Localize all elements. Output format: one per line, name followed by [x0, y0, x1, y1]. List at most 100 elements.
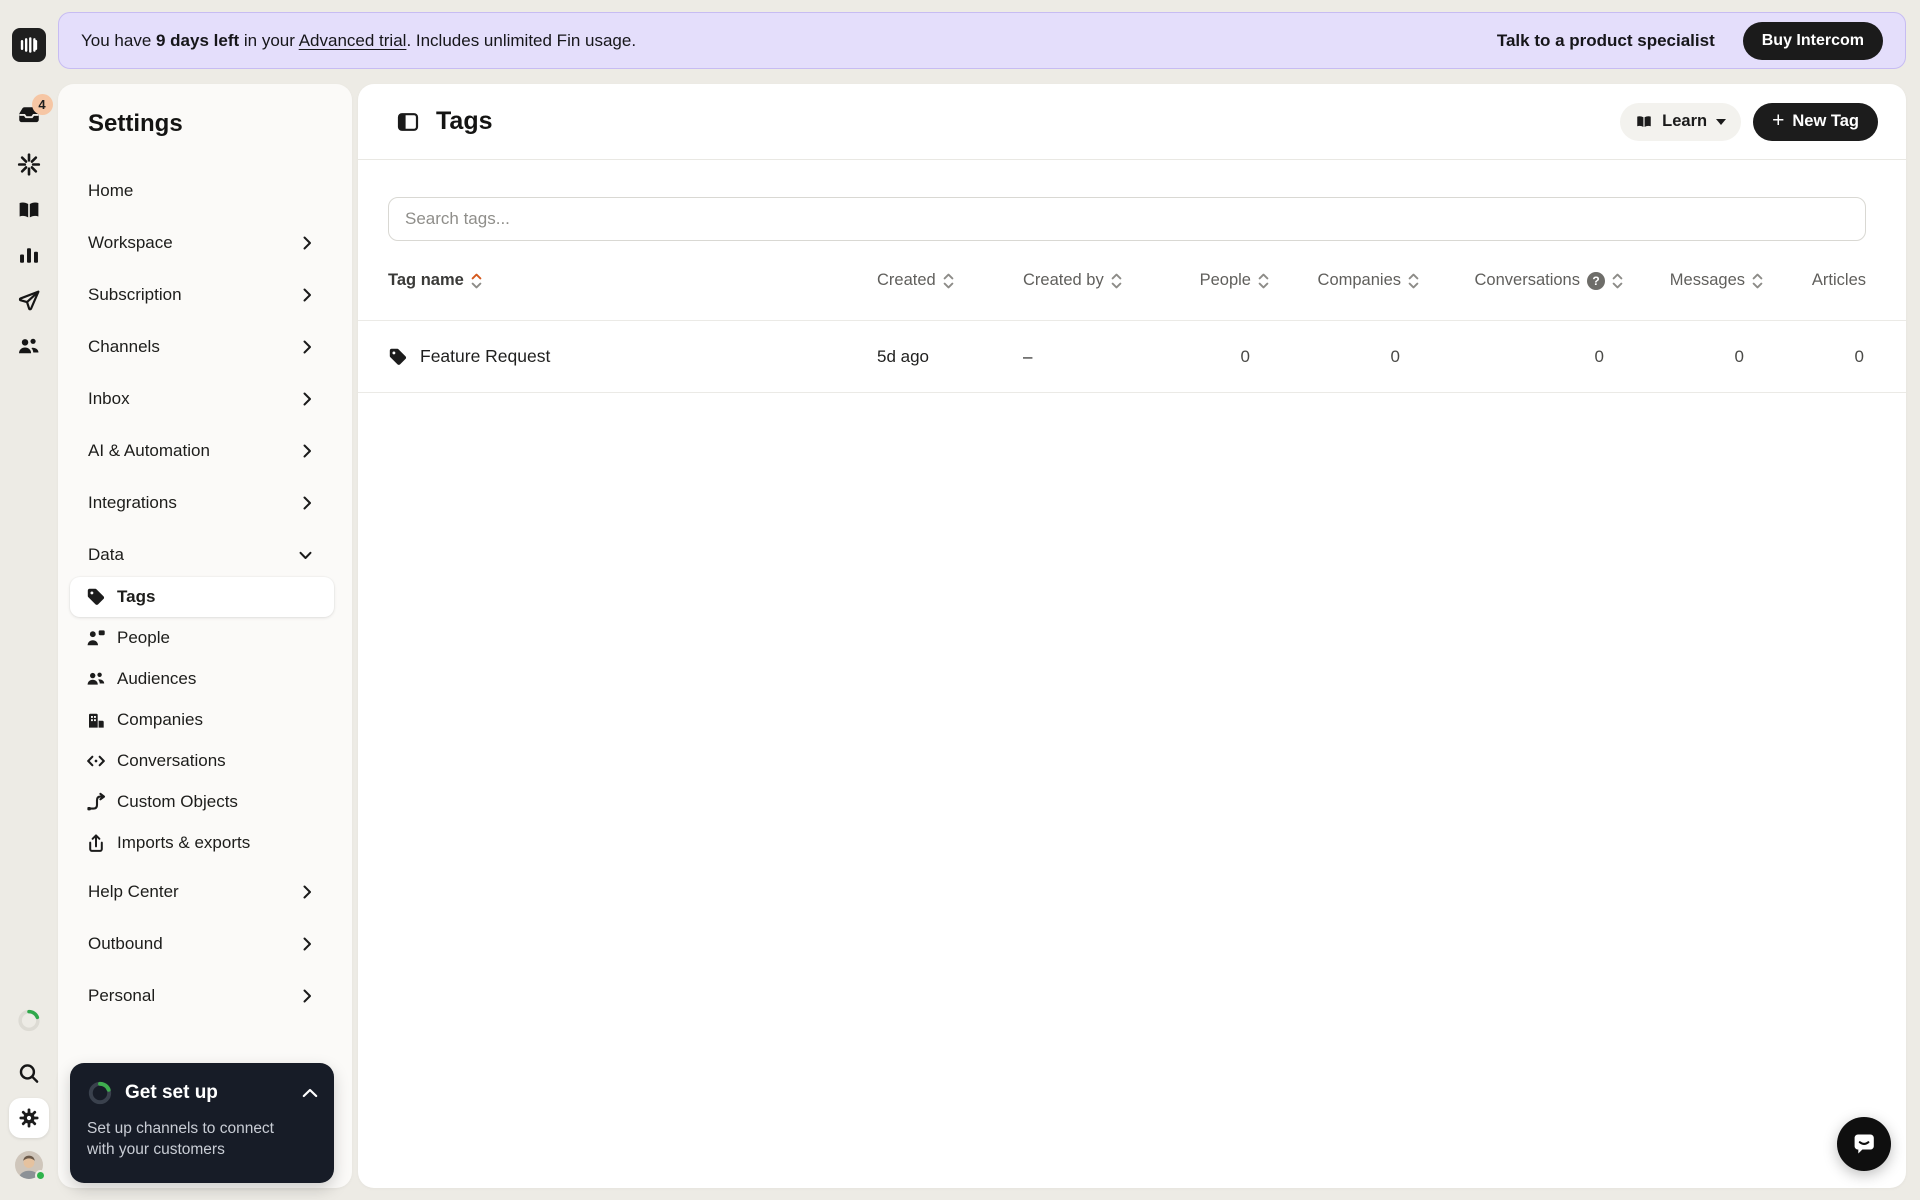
sidebar-item-personal[interactable]: Personal	[70, 976, 334, 1016]
sidebar-item-channels[interactable]: Channels	[70, 327, 334, 367]
reports-nav-button[interactable]	[16, 243, 41, 268]
account-avatar[interactable]	[14, 1151, 46, 1181]
chevron-right-icon	[303, 392, 311, 406]
get-set-up-title: Get set up	[125, 1082, 218, 1103]
bar-chart-icon	[19, 248, 38, 263]
cell-people: 0	[1240, 346, 1250, 366]
chevron-up-icon[interactable]	[302, 1088, 318, 1098]
cell-created: 5d ago	[877, 346, 929, 366]
settings-nav-button[interactable]	[8, 1098, 49, 1138]
tag-name: Feature Request	[420, 346, 551, 366]
learn-button[interactable]: Learn	[1620, 102, 1742, 141]
chevron-right-icon	[303, 885, 311, 899]
cell-messages: 0	[1734, 346, 1744, 366]
trial-text: You have 9 days left in your Advanced tr…	[81, 30, 637, 50]
chevron-down-icon	[299, 551, 312, 559]
table-header-row: Tag name Created Created by People Compa…	[358, 241, 1906, 321]
intercom-logo-icon	[20, 37, 37, 53]
sidebar-item-tags[interactable]: Tags	[70, 577, 334, 617]
sort-icon	[1752, 273, 1763, 288]
help-icon[interactable]: ?	[1587, 271, 1605, 290]
sidebar-item-ai-automation[interactable]: AI & Automation	[70, 431, 334, 471]
buy-intercom-button[interactable]: Buy Intercom	[1742, 21, 1883, 60]
chevron-right-icon	[303, 989, 311, 1003]
book-icon	[1637, 115, 1651, 127]
inbox-badge: 4	[31, 94, 53, 115]
chat-bubble-icon	[1854, 1134, 1874, 1154]
fin-ai-icon	[17, 153, 40, 176]
talk-to-specialist-link[interactable]: Talk to a product specialist	[1497, 31, 1715, 51]
paper-plane-icon	[18, 290, 39, 311]
sort-icon	[1258, 273, 1269, 288]
chevron-right-icon	[303, 937, 311, 951]
inbox-nav-button[interactable]: 4	[16, 94, 53, 129]
column-header-created[interactable]: Created	[877, 271, 1023, 290]
tags-panel: Tags Learn + New Tag Tag name	[358, 84, 1906, 1188]
column-header-conversations[interactable]: Conversations ?	[1419, 271, 1623, 290]
sidebar-item-data[interactable]: Data	[70, 535, 334, 575]
sidebar-item-outbound[interactable]: Outbound	[70, 924, 334, 964]
sidebar-item-integrations[interactable]: Integrations	[70, 483, 334, 523]
book-icon	[19, 202, 38, 218]
column-header-articles[interactable]: Articles	[1763, 271, 1866, 290]
plus-icon: +	[1772, 109, 1785, 132]
sidebar-item-home[interactable]: Home	[70, 171, 334, 211]
caret-down-icon	[1716, 118, 1727, 125]
building-icon	[89, 713, 104, 728]
column-header-created-by[interactable]: Created by	[1023, 271, 1149, 290]
cell-conversations: 0	[1594, 346, 1604, 366]
online-status-dot	[34, 1170, 46, 1181]
imports-exports-icon	[89, 834, 103, 852]
intercom-logo[interactable]	[11, 28, 46, 62]
search-nav-button[interactable]	[16, 1061, 41, 1086]
sort-icon	[943, 273, 954, 288]
chevron-right-icon	[303, 496, 311, 510]
sort-icon	[1408, 273, 1419, 288]
knowledge-nav-button[interactable]	[16, 198, 41, 223]
sidebar-item-help-center[interactable]: Help Center	[70, 872, 334, 912]
custom-objects-icon	[87, 792, 106, 811]
settings-sidebar: Settings Home Workspace Subscription Cha…	[58, 84, 352, 1188]
sidebar-item-conversations[interactable]: Conversations	[70, 741, 334, 781]
sidebar-item-imports-exports[interactable]: Imports & exports	[70, 823, 334, 863]
sidebar-item-audiences[interactable]: Audiences	[70, 659, 334, 699]
sort-icon	[1111, 273, 1122, 288]
gear-icon	[18, 1108, 39, 1128]
new-tag-button[interactable]: + New Tag	[1753, 102, 1878, 141]
column-header-people[interactable]: People	[1149, 271, 1269, 290]
outbound-nav-button[interactable]	[16, 288, 41, 313]
chevron-right-icon	[303, 236, 311, 250]
get-set-up-card[interactable]: Get set up Set up channels to connect wi…	[70, 1063, 334, 1183]
column-header-tag-name[interactable]: Tag name	[388, 271, 877, 290]
people-icon	[18, 338, 38, 354]
setup-progress-icon	[17, 1009, 40, 1032]
setup-progress-icon	[88, 1081, 112, 1105]
tag-icon	[389, 348, 407, 365]
cell-companies: 0	[1390, 346, 1400, 366]
page-title: Tags	[436, 107, 493, 135]
search-tags-input[interactable]	[388, 197, 1866, 241]
cell-created-by: –	[1023, 346, 1033, 366]
sort-icon-active	[471, 273, 482, 288]
table-row[interactable]: Feature Request 5d ago – 0 0 0 0 0	[358, 321, 1906, 393]
sidebar-item-subscription[interactable]: Subscription	[70, 275, 334, 315]
column-header-companies[interactable]: Companies	[1269, 271, 1419, 290]
audiences-icon	[87, 672, 105, 685]
column-header-messages[interactable]: Messages	[1623, 271, 1763, 290]
fin-ai-nav-button[interactable]	[16, 152, 41, 177]
data-sub-nav: Tags People Audiences Companies Conversa…	[70, 577, 334, 863]
tags-header: Tags Learn + New Tag	[358, 84, 1906, 160]
sidebar-item-people[interactable]: People	[70, 618, 334, 658]
sidebar-item-custom-objects[interactable]: Custom Objects	[70, 782, 334, 822]
setup-progress-button[interactable]	[16, 1008, 41, 1033]
sidebar-item-workspace[interactable]: Workspace	[70, 223, 334, 263]
contacts-nav-button[interactable]	[16, 334, 41, 359]
collapse-sidebar-icon[interactable]	[397, 111, 419, 133]
conversations-icon	[87, 755, 105, 767]
sidebar-item-companies[interactable]: Companies	[70, 700, 334, 740]
settings-nav: Home Workspace Subscription Channels Inb…	[58, 144, 352, 1016]
advanced-trial-link[interactable]: Advanced trial	[299, 31, 407, 50]
sidebar-item-inbox[interactable]: Inbox	[70, 379, 334, 419]
intercom-messenger-launcher[interactable]	[1837, 1117, 1891, 1171]
